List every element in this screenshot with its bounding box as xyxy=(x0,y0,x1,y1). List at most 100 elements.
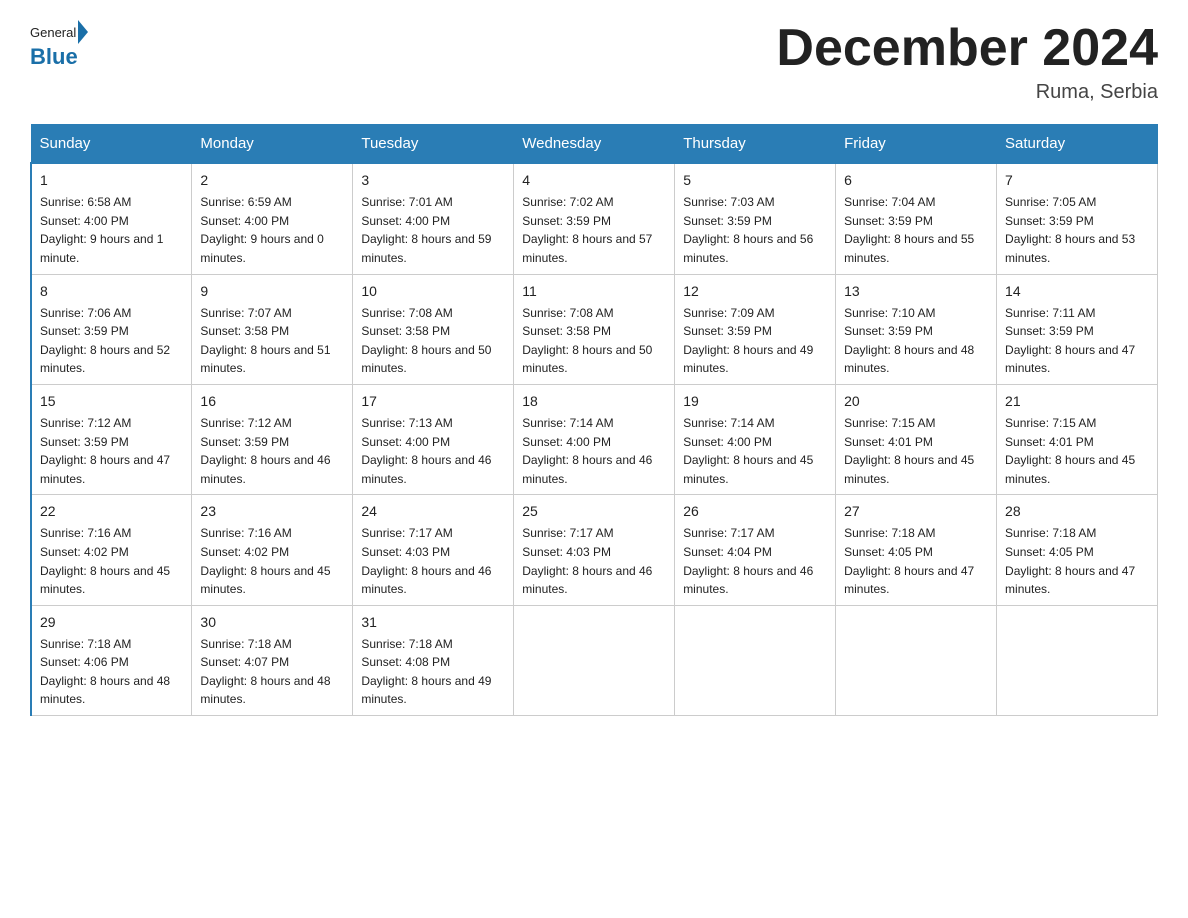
location-text: Ruma, Serbia xyxy=(776,81,1158,104)
day-number: 2 xyxy=(200,170,344,191)
day-info: Sunrise: 7:10 AMSunset: 3:59 PMDaylight:… xyxy=(844,304,988,378)
day-info: Sunrise: 7:08 AMSunset: 3:58 PMDaylight:… xyxy=(522,304,666,378)
day-number: 10 xyxy=(361,281,505,302)
day-number: 27 xyxy=(844,501,988,522)
calendar-cell: 27Sunrise: 7:18 AMSunset: 4:05 PMDayligh… xyxy=(836,495,997,605)
day-info: Sunrise: 7:08 AMSunset: 3:58 PMDaylight:… xyxy=(361,304,505,378)
calendar-cell: 7Sunrise: 7:05 AMSunset: 3:59 PMDaylight… xyxy=(997,163,1158,274)
calendar-cell: 31Sunrise: 7:18 AMSunset: 4:08 PMDayligh… xyxy=(353,605,514,715)
day-info: Sunrise: 7:18 AMSunset: 4:08 PMDaylight:… xyxy=(361,635,505,709)
calendar-cell: 28Sunrise: 7:18 AMSunset: 4:05 PMDayligh… xyxy=(997,495,1158,605)
day-info: Sunrise: 7:14 AMSunset: 4:00 PMDaylight:… xyxy=(522,414,666,488)
day-number: 18 xyxy=(522,391,666,412)
day-number: 11 xyxy=(522,281,666,302)
day-number: 22 xyxy=(40,501,183,522)
day-info: Sunrise: 7:15 AMSunset: 4:01 PMDaylight:… xyxy=(844,414,988,488)
calendar-cell: 22Sunrise: 7:16 AMSunset: 4:02 PMDayligh… xyxy=(31,495,192,605)
day-number: 28 xyxy=(1005,501,1149,522)
calendar-cell xyxy=(675,605,836,715)
logo: General Blue xyxy=(30,20,88,70)
day-info: Sunrise: 7:02 AMSunset: 3:59 PMDaylight:… xyxy=(522,193,666,267)
calendar-cell: 25Sunrise: 7:17 AMSunset: 4:03 PMDayligh… xyxy=(514,495,675,605)
day-number: 1 xyxy=(40,170,183,191)
day-info: Sunrise: 7:18 AMSunset: 4:06 PMDaylight:… xyxy=(40,635,183,709)
calendar-cell: 10Sunrise: 7:08 AMSunset: 3:58 PMDayligh… xyxy=(353,274,514,384)
logo-blue-text: Blue xyxy=(30,44,78,70)
month-title: December 2024 xyxy=(776,20,1158,77)
day-number: 21 xyxy=(1005,391,1149,412)
day-number: 25 xyxy=(522,501,666,522)
calendar-cell: 26Sunrise: 7:17 AMSunset: 4:04 PMDayligh… xyxy=(675,495,836,605)
calendar-cell: 1Sunrise: 6:58 AMSunset: 4:00 PMDaylight… xyxy=(31,163,192,274)
day-of-week-header: Saturday xyxy=(997,125,1158,164)
day-number: 15 xyxy=(40,391,183,412)
day-number: 12 xyxy=(683,281,827,302)
day-number: 29 xyxy=(40,612,183,633)
day-info: Sunrise: 7:14 AMSunset: 4:00 PMDaylight:… xyxy=(683,414,827,488)
day-number: 20 xyxy=(844,391,988,412)
day-number: 23 xyxy=(200,501,344,522)
calendar-cell: 12Sunrise: 7:09 AMSunset: 3:59 PMDayligh… xyxy=(675,274,836,384)
calendar-cell: 14Sunrise: 7:11 AMSunset: 3:59 PMDayligh… xyxy=(997,274,1158,384)
title-block: December 2024 Ruma, Serbia xyxy=(776,20,1158,104)
calendar-cell: 21Sunrise: 7:15 AMSunset: 4:01 PMDayligh… xyxy=(997,384,1158,494)
day-of-week-header: Thursday xyxy=(675,125,836,164)
day-number: 8 xyxy=(40,281,183,302)
day-info: Sunrise: 7:15 AMSunset: 4:01 PMDaylight:… xyxy=(1005,414,1149,488)
day-info: Sunrise: 7:13 AMSunset: 4:00 PMDaylight:… xyxy=(361,414,505,488)
calendar-cell: 23Sunrise: 7:16 AMSunset: 4:02 PMDayligh… xyxy=(192,495,353,605)
calendar-table: SundayMondayTuesdayWednesdayThursdayFrid… xyxy=(30,124,1158,716)
calendar-cell xyxy=(997,605,1158,715)
day-info: Sunrise: 7:17 AMSunset: 4:03 PMDaylight:… xyxy=(522,524,666,598)
day-info: Sunrise: 7:06 AMSunset: 3:59 PMDaylight:… xyxy=(40,304,183,378)
calendar-cell: 17Sunrise: 7:13 AMSunset: 4:00 PMDayligh… xyxy=(353,384,514,494)
day-number: 19 xyxy=(683,391,827,412)
calendar-header-row: SundayMondayTuesdayWednesdayThursdayFrid… xyxy=(31,125,1158,164)
day-info: Sunrise: 7:12 AMSunset: 3:59 PMDaylight:… xyxy=(40,414,183,488)
logo-arrow-icon xyxy=(78,20,88,44)
calendar-cell: 30Sunrise: 7:18 AMSunset: 4:07 PMDayligh… xyxy=(192,605,353,715)
day-info: Sunrise: 7:07 AMSunset: 3:58 PMDaylight:… xyxy=(200,304,344,378)
day-info: Sunrise: 7:01 AMSunset: 4:00 PMDaylight:… xyxy=(361,193,505,267)
calendar-week-row: 29Sunrise: 7:18 AMSunset: 4:06 PMDayligh… xyxy=(31,605,1158,715)
day-info: Sunrise: 7:16 AMSunset: 4:02 PMDaylight:… xyxy=(200,524,344,598)
calendar-cell: 20Sunrise: 7:15 AMSunset: 4:01 PMDayligh… xyxy=(836,384,997,494)
day-number: 16 xyxy=(200,391,344,412)
day-info: Sunrise: 7:03 AMSunset: 3:59 PMDaylight:… xyxy=(683,193,827,267)
day-number: 6 xyxy=(844,170,988,191)
calendar-cell: 19Sunrise: 7:14 AMSunset: 4:00 PMDayligh… xyxy=(675,384,836,494)
day-number: 17 xyxy=(361,391,505,412)
day-number: 9 xyxy=(200,281,344,302)
day-number: 5 xyxy=(683,170,827,191)
calendar-cell: 11Sunrise: 7:08 AMSunset: 3:58 PMDayligh… xyxy=(514,274,675,384)
day-info: Sunrise: 6:58 AMSunset: 4:00 PMDaylight:… xyxy=(40,193,183,267)
day-number: 14 xyxy=(1005,281,1149,302)
calendar-cell: 13Sunrise: 7:10 AMSunset: 3:59 PMDayligh… xyxy=(836,274,997,384)
calendar-cell: 15Sunrise: 7:12 AMSunset: 3:59 PMDayligh… xyxy=(31,384,192,494)
day-of-week-header: Monday xyxy=(192,125,353,164)
day-info: Sunrise: 7:12 AMSunset: 3:59 PMDaylight:… xyxy=(200,414,344,488)
calendar-cell: 29Sunrise: 7:18 AMSunset: 4:06 PMDayligh… xyxy=(31,605,192,715)
calendar-week-row: 8Sunrise: 7:06 AMSunset: 3:59 PMDaylight… xyxy=(31,274,1158,384)
day-number: 13 xyxy=(844,281,988,302)
day-info: Sunrise: 7:17 AMSunset: 4:04 PMDaylight:… xyxy=(683,524,827,598)
calendar-cell: 9Sunrise: 7:07 AMSunset: 3:58 PMDaylight… xyxy=(192,274,353,384)
day-info: Sunrise: 7:18 AMSunset: 4:07 PMDaylight:… xyxy=(200,635,344,709)
calendar-cell xyxy=(836,605,997,715)
day-of-week-header: Wednesday xyxy=(514,125,675,164)
page-header: General Blue December 2024 Ruma, Serbia xyxy=(30,20,1158,104)
day-number: 24 xyxy=(361,501,505,522)
day-number: 30 xyxy=(200,612,344,633)
calendar-cell: 18Sunrise: 7:14 AMSunset: 4:00 PMDayligh… xyxy=(514,384,675,494)
day-info: Sunrise: 7:17 AMSunset: 4:03 PMDaylight:… xyxy=(361,524,505,598)
day-number: 4 xyxy=(522,170,666,191)
calendar-week-row: 22Sunrise: 7:16 AMSunset: 4:02 PMDayligh… xyxy=(31,495,1158,605)
calendar-cell: 16Sunrise: 7:12 AMSunset: 3:59 PMDayligh… xyxy=(192,384,353,494)
day-of-week-header: Friday xyxy=(836,125,997,164)
day-info: Sunrise: 7:09 AMSunset: 3:59 PMDaylight:… xyxy=(683,304,827,378)
day-number: 31 xyxy=(361,612,505,633)
calendar-cell: 8Sunrise: 7:06 AMSunset: 3:59 PMDaylight… xyxy=(31,274,192,384)
calendar-week-row: 15Sunrise: 7:12 AMSunset: 3:59 PMDayligh… xyxy=(31,384,1158,494)
day-info: Sunrise: 7:16 AMSunset: 4:02 PMDaylight:… xyxy=(40,524,183,598)
day-info: Sunrise: 7:11 AMSunset: 3:59 PMDaylight:… xyxy=(1005,304,1149,378)
